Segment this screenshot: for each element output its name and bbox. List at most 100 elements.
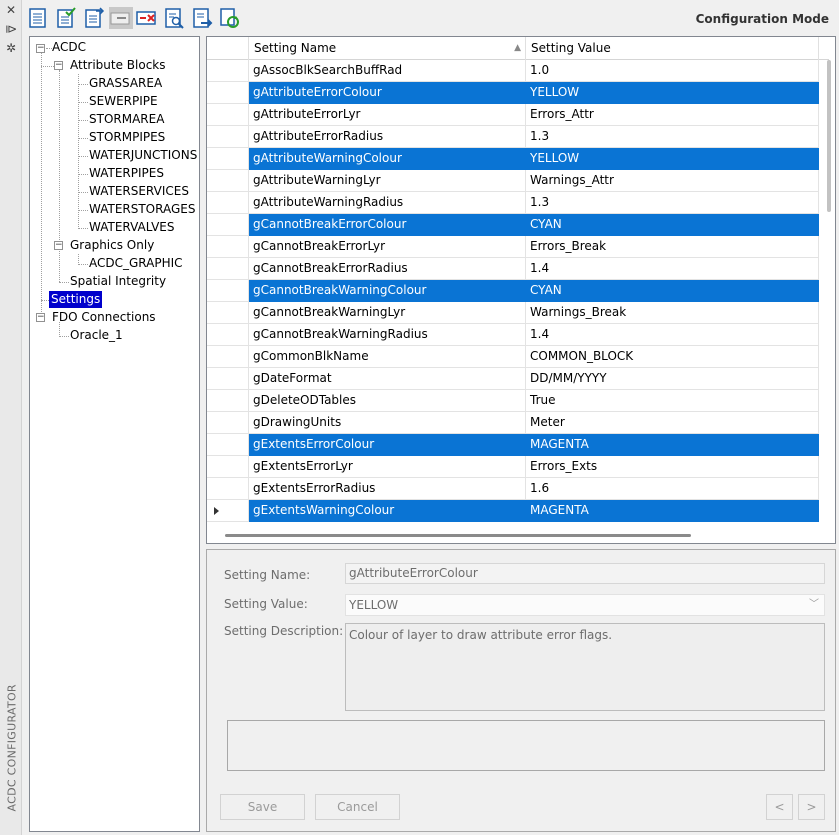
column-header-setting-value[interactable]: Setting Value — [526, 37, 819, 60]
list-icon[interactable] — [27, 7, 49, 29]
row-header[interactable] — [207, 324, 249, 346]
row-header[interactable] — [207, 368, 249, 390]
tree-node-graphics-only[interactable]: Graphics Only — [70, 237, 154, 254]
remove-icon[interactable] — [109, 7, 133, 29]
setting-name-cell[interactable]: gExtentsErrorLyr — [249, 456, 526, 478]
vertical-scrollbar[interactable] — [827, 60, 831, 212]
setting-value-cell[interactable]: COMMON_BLOCK — [526, 346, 819, 368]
tree-node-waterjunctions[interactable]: WATERJUNCTIONS — [89, 147, 197, 164]
cancel-button[interactable]: Cancel — [315, 794, 400, 820]
row-header[interactable] — [207, 82, 249, 104]
table-row[interactable]: gDrawingUnits Meter — [207, 412, 819, 434]
setting-name-cell[interactable]: gCommonBlkName — [249, 346, 526, 368]
setting-name-cell[interactable]: gCannotBreakErrorRadius — [249, 258, 526, 280]
setting-value-cell[interactable]: DD/MM/YYYY — [526, 368, 819, 390]
setting-value-cell[interactable]: Errors_Break — [526, 236, 819, 258]
next-button[interactable]: > — [798, 794, 825, 820]
tree-node-sewerpipe[interactable]: SEWERPIPE — [89, 93, 158, 110]
setting-name-cell[interactable]: gAttributeErrorRadius — [249, 126, 526, 148]
settings-grid[interactable]: Setting Name ▲ Setting Value gAssocBlkSe… — [206, 36, 836, 544]
tree-node-watervalves[interactable]: WATERVALVES — [89, 219, 175, 236]
setting-name-cell[interactable]: gCannotBreakWarningColour — [249, 280, 526, 302]
row-header[interactable] — [207, 500, 249, 522]
setting-value-cell[interactable]: Warnings_Break — [526, 302, 819, 324]
tree-node-acdc[interactable]: ACDC — [52, 39, 86, 56]
row-header[interactable] — [207, 126, 249, 148]
tree-node-settings[interactable]: Settings — [49, 291, 103, 308]
table-row[interactable]: gAttributeWarningLyr Warnings_Attr — [207, 170, 819, 192]
table-row[interactable]: gCannotBreakErrorColour CYAN — [207, 214, 819, 236]
tree-node-waterstorages[interactable]: WATERSTORAGES — [89, 201, 195, 218]
row-header[interactable] — [207, 236, 249, 258]
table-row[interactable]: gAttributeErrorRadius 1.3 — [207, 126, 819, 148]
setting-value-cell[interactable]: 1.3 — [526, 126, 819, 148]
tree-node-fdo-connections[interactable]: FDO Connections — [52, 309, 156, 326]
setting-name-cell[interactable]: gAttributeWarningLyr — [249, 170, 526, 192]
row-header[interactable] — [207, 192, 249, 214]
tree-node-spatial-integrity[interactable]: Spatial Integrity — [70, 273, 166, 290]
row-header[interactable] — [207, 104, 249, 126]
row-header[interactable] — [207, 214, 249, 236]
search-document-icon[interactable] — [163, 7, 185, 29]
setting-name-cell[interactable]: gDrawingUnits — [249, 412, 526, 434]
setting-name-cell[interactable]: gCannotBreakErrorColour — [249, 214, 526, 236]
table-row[interactable]: gAssocBlkSearchBuffRad 1.0 — [207, 60, 819, 82]
setting-name-cell[interactable]: gAttributeErrorLyr — [249, 104, 526, 126]
table-row[interactable]: gExtentsErrorLyr Errors_Exts — [207, 456, 819, 478]
row-header[interactable] — [207, 390, 249, 412]
row-header[interactable] — [207, 478, 249, 500]
setting-value-cell[interactable]: Errors_Exts — [526, 456, 819, 478]
setting-value-cell[interactable]: YELLOW — [526, 82, 819, 104]
setting-name-cell[interactable]: gExtentsErrorColour — [249, 434, 526, 456]
setting-value-cell[interactable]: 1.4 — [526, 324, 819, 346]
close-icon[interactable]: ✕ — [4, 3, 18, 17]
collapse-fdo-connections-icon[interactable]: − — [36, 313, 45, 322]
tree-node-stormarea[interactable]: STORMAREA — [89, 111, 164, 128]
setting-value-cell[interactable]: MAGENTA — [526, 500, 819, 522]
setting-name-cell[interactable]: gAttributeWarningColour — [249, 148, 526, 170]
navigation-tree[interactable]: − ACDC − Attribute Blocks GRASSAREA SEWE… — [29, 36, 200, 832]
export-icon[interactable] — [191, 7, 213, 29]
setting-value-cell[interactable]: 1.4 — [526, 258, 819, 280]
setting-value-cell[interactable]: 1.0 — [526, 60, 819, 82]
row-header[interactable] — [207, 170, 249, 192]
setting-name-cell[interactable]: gCannotBreakWarningLyr — [249, 302, 526, 324]
collapse-acdc-icon[interactable]: − — [36, 44, 45, 53]
row-header[interactable] — [207, 434, 249, 456]
row-header[interactable] — [207, 412, 249, 434]
setting-value-cell[interactable]: MAGENTA — [526, 434, 819, 456]
setting-value-cell[interactable]: CYAN — [526, 280, 819, 302]
table-row[interactable]: gCannotBreakWarningRadius 1.4 — [207, 324, 819, 346]
setting-value-cell[interactable]: YELLOW — [526, 148, 819, 170]
table-row[interactable]: gAttributeWarningRadius 1.3 — [207, 192, 819, 214]
tree-node-stormpipes[interactable]: STORMPIPES — [89, 129, 165, 146]
table-row[interactable]: gExtentsErrorRadius 1.6 — [207, 478, 819, 500]
setting-name-cell[interactable]: gCannotBreakErrorLyr — [249, 236, 526, 258]
setting-value-cell[interactable]: 1.6 — [526, 478, 819, 500]
table-row[interactable]: gDeleteODTables True — [207, 390, 819, 412]
table-row[interactable]: gExtentsWarningColour MAGENTA — [207, 500, 819, 522]
setting-value-cell[interactable]: Meter — [526, 412, 819, 434]
setting-value-select[interactable]: YELLOW ﹀ — [345, 594, 825, 616]
tree-node-waterservices[interactable]: WATERSERVICES — [89, 183, 189, 200]
tree-node-waterpipes[interactable]: WATERPIPES — [89, 165, 164, 182]
setting-value-cell[interactable]: True — [526, 390, 819, 412]
tree-node-attribute-blocks[interactable]: Attribute Blocks — [70, 57, 166, 74]
save-button[interactable]: Save — [220, 794, 305, 820]
row-header[interactable] — [207, 302, 249, 324]
table-row[interactable]: gCommonBlkName COMMON_BLOCK — [207, 346, 819, 368]
collapse-attribute-blocks-icon[interactable]: − — [54, 61, 63, 70]
delete-icon[interactable] — [135, 7, 157, 29]
row-header[interactable] — [207, 60, 249, 82]
collapse-graphics-only-icon[interactable]: − — [54, 241, 63, 250]
horizontal-scrollbar[interactable] — [225, 534, 691, 537]
setting-description-field[interactable]: Colour of layer to draw attribute error … — [345, 623, 825, 711]
column-header-setting-name[interactable]: Setting Name ▲ — [249, 37, 526, 60]
row-header[interactable] — [207, 258, 249, 280]
pin-icon[interactable]: ⧐ — [4, 22, 18, 36]
row-header[interactable] — [207, 456, 249, 478]
setting-name-cell[interactable]: gCannotBreakWarningRadius — [249, 324, 526, 346]
setting-name-cell[interactable]: gExtentsWarningColour — [249, 500, 526, 522]
table-row[interactable]: gAttributeErrorLyr Errors_Attr — [207, 104, 819, 126]
import-icon[interactable] — [83, 7, 105, 29]
